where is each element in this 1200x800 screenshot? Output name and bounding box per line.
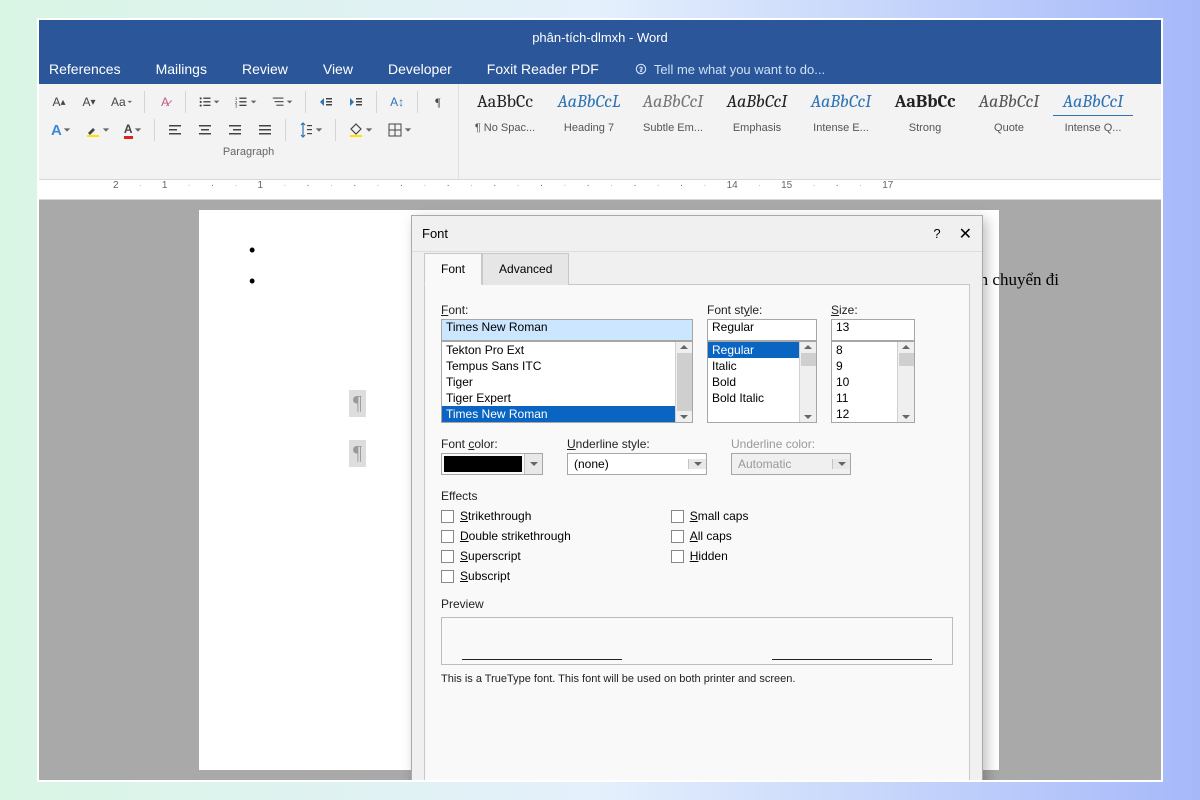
tab-foxit[interactable]: Foxit Reader PDF [487, 61, 599, 77]
dialog-titlebar[interactable]: Font ? ✕ [412, 216, 982, 252]
font-tab-panel: Font: Times New Roman Tekton Pro ExtTemp… [424, 284, 970, 782]
underline-style-combo[interactable]: (none) [567, 453, 707, 475]
tell-me-box[interactable]: Tell me what you want to do... [634, 62, 825, 77]
shading-btn[interactable] [344, 118, 377, 142]
list-item[interactable]: Tiger [442, 374, 692, 390]
scrollbar[interactable] [675, 342, 692, 422]
preview-box [441, 617, 953, 665]
font-color-btn[interactable]: A [120, 118, 146, 142]
font-label: Font: [441, 303, 693, 317]
list-item[interactable]: Tekton Pro Ext [442, 342, 692, 358]
styles-gallery[interactable]: AaBbCc¶ No Spac...AaBbCcLHeading 7AaBbCc… [459, 84, 1161, 179]
font-input[interactable]: Times New Roman [441, 319, 693, 341]
justify-btn[interactable] [253, 118, 277, 142]
underline-style-label: Underline style: [567, 437, 707, 451]
checkbox-double-strikethrough[interactable]: Double strikethrough [441, 529, 571, 543]
dialog-tabs: Font Advanced [424, 252, 970, 284]
size-listbox[interactable]: 89101112 [831, 341, 915, 423]
show-marks-btn[interactable]: ¶ [426, 90, 450, 114]
checkbox-all-caps[interactable]: All caps [671, 529, 749, 543]
checkbox-subscript[interactable]: Subscript [441, 569, 571, 583]
highlight-btn[interactable] [81, 118, 114, 142]
ribbon-font-paragraph: A▴ A▾ Aa A̷ 123 A↕ ¶ A A [39, 84, 459, 179]
ruler[interactable]: 2·1···1···················14·15···17 [39, 180, 1161, 200]
scrollbar[interactable] [799, 342, 816, 422]
tab-references[interactable]: References [49, 61, 121, 77]
paragraph-mark-icon: ¶ [349, 440, 366, 467]
style-item[interactable]: AaBbCcIQuote [969, 88, 1049, 175]
font-style-listbox[interactable]: RegularItalicBoldBold Italic [707, 341, 817, 423]
align-center-btn[interactable] [193, 118, 217, 142]
numbering-btn[interactable]: 123 [230, 90, 260, 114]
word-window: phân-tích-dlmxh - Word References Mailin… [37, 18, 1163, 782]
line-spacing-btn[interactable] [294, 118, 327, 142]
list-item[interactable]: Tempus Sans ITC [442, 358, 692, 374]
bullets-btn[interactable] [194, 90, 224, 114]
style-item[interactable]: AaBbCcIEmphasis [717, 88, 797, 175]
shrink-font-btn[interactable]: A▾ [77, 90, 101, 114]
underline-color-combo: Automatic [731, 453, 851, 475]
font-style-label: Font style: [707, 303, 817, 317]
style-item[interactable]: AaBbCc¶ No Spac... [465, 88, 545, 175]
dialog-title: Font [422, 226, 448, 241]
checkbox-strikethrough[interactable]: Strikethrough [441, 509, 571, 523]
checkbox-superscript[interactable]: Superscript [441, 549, 571, 563]
grow-font-btn[interactable]: A▴ [47, 90, 71, 114]
sort-btn[interactable]: A↕ [385, 90, 409, 114]
font-color-picker[interactable] [441, 453, 543, 475]
style-item[interactable]: AaBbCcStrong [885, 88, 965, 175]
list-item[interactable]: Tiger Expert [442, 390, 692, 406]
scrollbar[interactable] [897, 342, 914, 422]
tab-review[interactable]: Review [242, 61, 288, 77]
borders-btn[interactable] [383, 118, 416, 142]
underline-color-label: Underline color: [731, 437, 851, 451]
tab-developer[interactable]: Developer [388, 61, 452, 77]
checkbox-hidden[interactable]: Hidden [671, 549, 749, 563]
font-dialog: Font ? ✕ Font Advanced Font: Times New R… [411, 215, 983, 782]
preview-label: Preview [441, 597, 953, 611]
tab-view[interactable]: View [323, 61, 353, 77]
paragraph-group-label: Paragraph [47, 146, 450, 158]
text-effects-btn[interactable]: A [47, 118, 75, 142]
style-item[interactable]: AaBbCcIIntense E... [801, 88, 881, 175]
multilevel-list-btn[interactable] [267, 90, 297, 114]
close-button[interactable]: ✕ [959, 224, 972, 244]
change-case-btn[interactable]: Aa [107, 90, 136, 114]
checkbox-small-caps[interactable]: Small caps [671, 509, 749, 523]
font-color-label: Font color: [441, 437, 543, 451]
tab-font[interactable]: Font [424, 253, 482, 285]
ribbon: A▴ A▾ Aa A̷ 123 A↕ ¶ A A [39, 84, 1161, 180]
clear-formatting-btn[interactable]: A̷ [153, 90, 177, 114]
font-note: This is a TrueType font. This font will … [441, 673, 953, 685]
decrease-indent-btn[interactable] [314, 90, 338, 114]
title-bar: phân-tích-dlmxh - Word [39, 20, 1161, 54]
style-item[interactable]: AaBbCcIIntense Q... [1053, 88, 1133, 175]
svg-text:3: 3 [235, 103, 238, 108]
tab-mailings[interactable]: Mailings [156, 61, 207, 77]
help-button[interactable]: ? [933, 226, 940, 241]
size-label: Size: [831, 303, 915, 317]
style-item[interactable]: AaBbCcLHeading 7 [549, 88, 629, 175]
align-right-btn[interactable] [223, 118, 247, 142]
paragraph-mark-icon: ¶ [349, 390, 366, 417]
style-item[interactable]: AaBbCcISubtle Em... [633, 88, 713, 175]
effects-label: Effects [441, 489, 953, 503]
ribbon-tabs: References Mailings Review View Develope… [39, 54, 1161, 84]
increase-indent-btn[interactable] [344, 90, 368, 114]
font-listbox[interactable]: Tekton Pro ExtTempus Sans ITCTigerTiger … [441, 341, 693, 423]
size-input[interactable]: 13 [831, 319, 915, 341]
tab-advanced[interactable]: Advanced [482, 253, 569, 285]
document-text: ận chuyển đi [972, 270, 1059, 290]
font-style-input[interactable]: Regular [707, 319, 817, 341]
list-item[interactable]: Times New Roman [442, 406, 692, 422]
document-title: phân-tích-dlmxh - Word [532, 30, 668, 45]
align-left-btn[interactable] [163, 118, 187, 142]
